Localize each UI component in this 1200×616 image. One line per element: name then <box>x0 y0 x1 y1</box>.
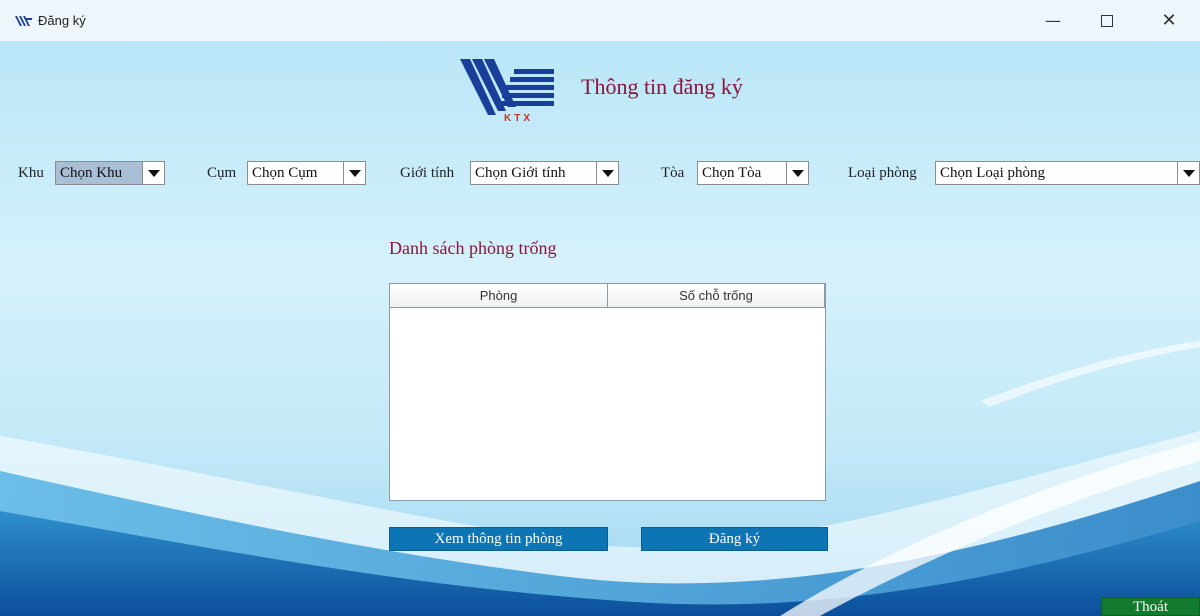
page-title: Thông tin đăng ký <box>581 74 743 99</box>
khu-select[interactable]: Chọn Khu <box>55 161 165 185</box>
room-list-title: Danh sách phòng trống <box>389 238 557 258</box>
loai-phong-label: Loại phòng <box>848 165 917 181</box>
chevron-down-icon <box>343 162 365 184</box>
close-button[interactable]: ✕ <box>1146 0 1192 41</box>
logo-text: KTX <box>504 113 533 123</box>
minimize-button[interactable]: — <box>1030 0 1076 41</box>
main-panel: KTX Thông tin đăng ký Khu Chọn Khu Cụm C… <box>0 41 1200 616</box>
register-button[interactable]: Đăng ký <box>641 527 828 551</box>
chevron-down-icon <box>786 162 808 184</box>
loai-phong-select[interactable]: Chọn Loại phòng <box>935 161 1200 185</box>
chevron-down-icon <box>142 162 164 184</box>
toa-select[interactable]: Chọn Tòa <box>697 161 809 185</box>
loai-phong-value: Chọn Loại phòng <box>940 165 1045 181</box>
minimize-icon: — <box>1045 11 1061 30</box>
exit-button[interactable]: Thoát <box>1101 597 1200 616</box>
chevron-down-icon <box>596 162 618 184</box>
title-bar: Đăng ký — ✕ <box>0 0 1200 41</box>
app-icon <box>15 15 32 26</box>
toa-label: Tòa <box>661 165 685 181</box>
close-icon: ✕ <box>1161 10 1177 31</box>
column-header-free-slots[interactable]: Số chỗ trống <box>608 284 825 307</box>
column-header-room[interactable]: Phòng <box>390 284 608 307</box>
cum-select[interactable]: Chọn Cụm <box>247 161 366 185</box>
gioi-tinh-value: Chọn Giới tính <box>475 165 566 181</box>
window-title: Đăng ký <box>38 13 86 28</box>
maximize-icon <box>1101 14 1113 27</box>
room-table[interactable]: Phòng Số chỗ trống <box>389 283 826 501</box>
khu-value: Chọn Khu <box>56 162 142 184</box>
toa-value: Chọn Tòa <box>702 165 762 181</box>
maximize-button[interactable] <box>1084 0 1130 41</box>
gioi-tinh-select[interactable]: Chọn Giới tính <box>470 161 619 185</box>
gioi-tinh-label: Giới tính <box>400 165 455 181</box>
table-header: Phòng Số chỗ trống <box>390 284 825 308</box>
view-room-button[interactable]: Xem thông tin phòng <box>389 527 608 551</box>
cum-value: Chọn Cụm <box>252 165 318 181</box>
ktx-logo: KTX <box>460 59 554 123</box>
cum-label: Cụm <box>207 165 237 181</box>
khu-label: Khu <box>18 165 44 181</box>
chevron-down-icon <box>1177 162 1199 184</box>
